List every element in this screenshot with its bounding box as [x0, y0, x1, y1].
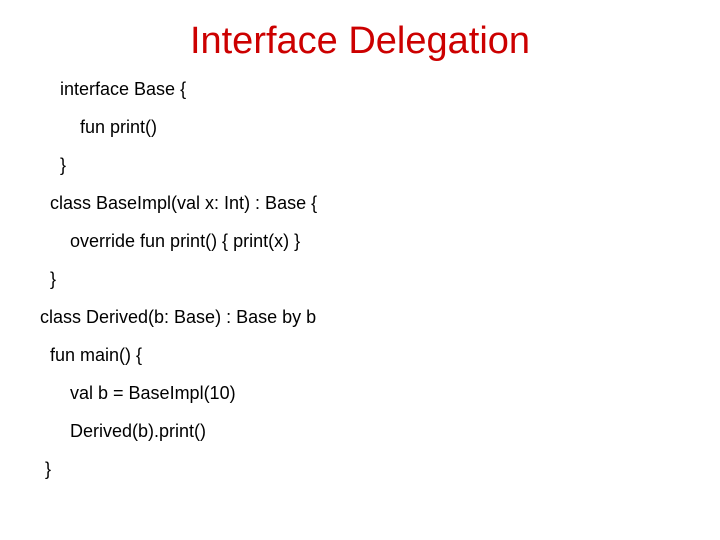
code-line: fun print(): [80, 118, 317, 136]
code-line: class Derived(b: Base) : Base by b: [40, 308, 317, 326]
code-line: interface Base {: [60, 80, 317, 98]
code-line: }: [50, 270, 317, 288]
code-block: interface Base { fun print() } class Bas…: [30, 80, 317, 498]
slide: Interface Delegation interface Base { fu…: [0, 0, 720, 540]
code-line: override fun print() { print(x) }: [70, 232, 317, 250]
code-line: val b = BaseImpl(10): [70, 384, 317, 402]
code-line: fun main() {: [50, 346, 317, 364]
slide-title: Interface Delegation: [0, 20, 720, 63]
code-line: class BaseImpl(val x: Int) : Base {: [50, 194, 317, 212]
code-line: }: [45, 460, 317, 478]
code-line: }: [60, 156, 317, 174]
code-line: Derived(b).print(): [70, 422, 317, 440]
